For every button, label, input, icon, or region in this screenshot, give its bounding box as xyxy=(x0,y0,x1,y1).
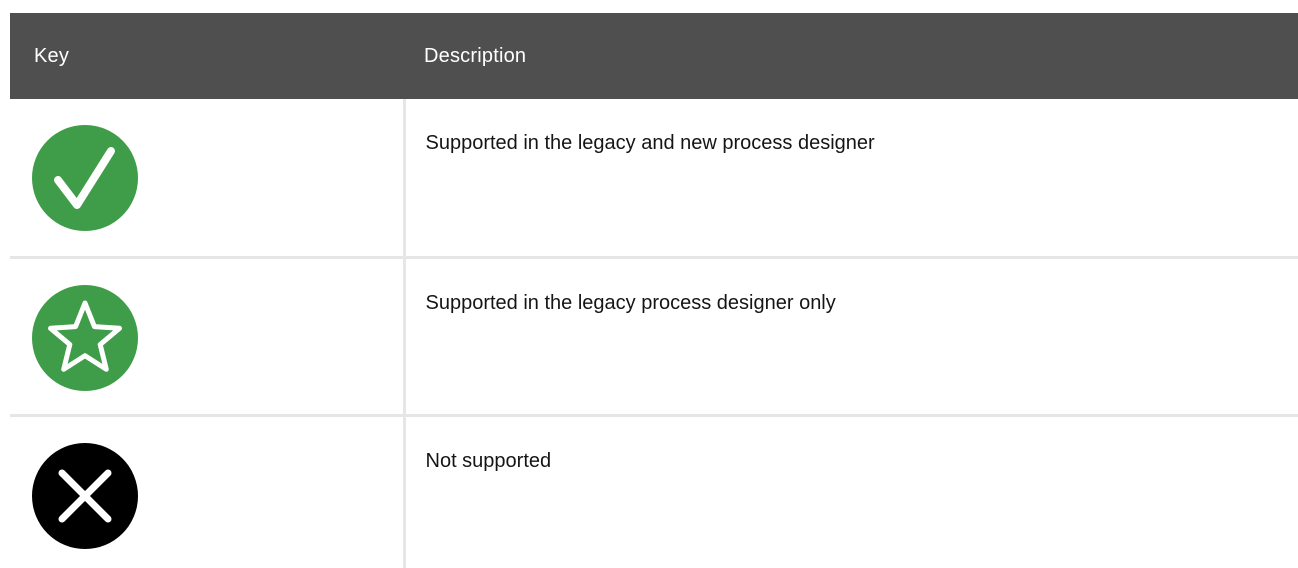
table-body: Supported in the legacy and new process … xyxy=(10,99,1298,568)
key-cell xyxy=(10,415,406,568)
key-cell xyxy=(10,257,406,417)
description-cell: Supported in the legacy and new process … xyxy=(404,99,1298,259)
legend-table: Key Description Supported in the legacy … xyxy=(10,13,1298,568)
key-cell xyxy=(10,99,406,259)
x-circle-icon xyxy=(32,442,138,549)
header-key: Key xyxy=(34,44,70,67)
description-cell: Not supported xyxy=(425,449,552,472)
table-header: Key Description xyxy=(10,13,1298,99)
header-description: Description xyxy=(424,44,527,67)
table-row: Supported in the legacy and new process … xyxy=(10,99,1298,259)
page: Key Description Supported in the legacy … xyxy=(0,0,1298,568)
description-cell: Supported in the legacy process designer… xyxy=(404,257,1298,417)
header-row: Key Description xyxy=(10,13,1298,99)
check-circle-icon xyxy=(32,125,138,231)
table-row: Supported in the legacy process designer… xyxy=(10,257,1298,417)
star-circle-icon xyxy=(32,284,138,391)
table-row: Not supported xyxy=(10,415,1298,568)
